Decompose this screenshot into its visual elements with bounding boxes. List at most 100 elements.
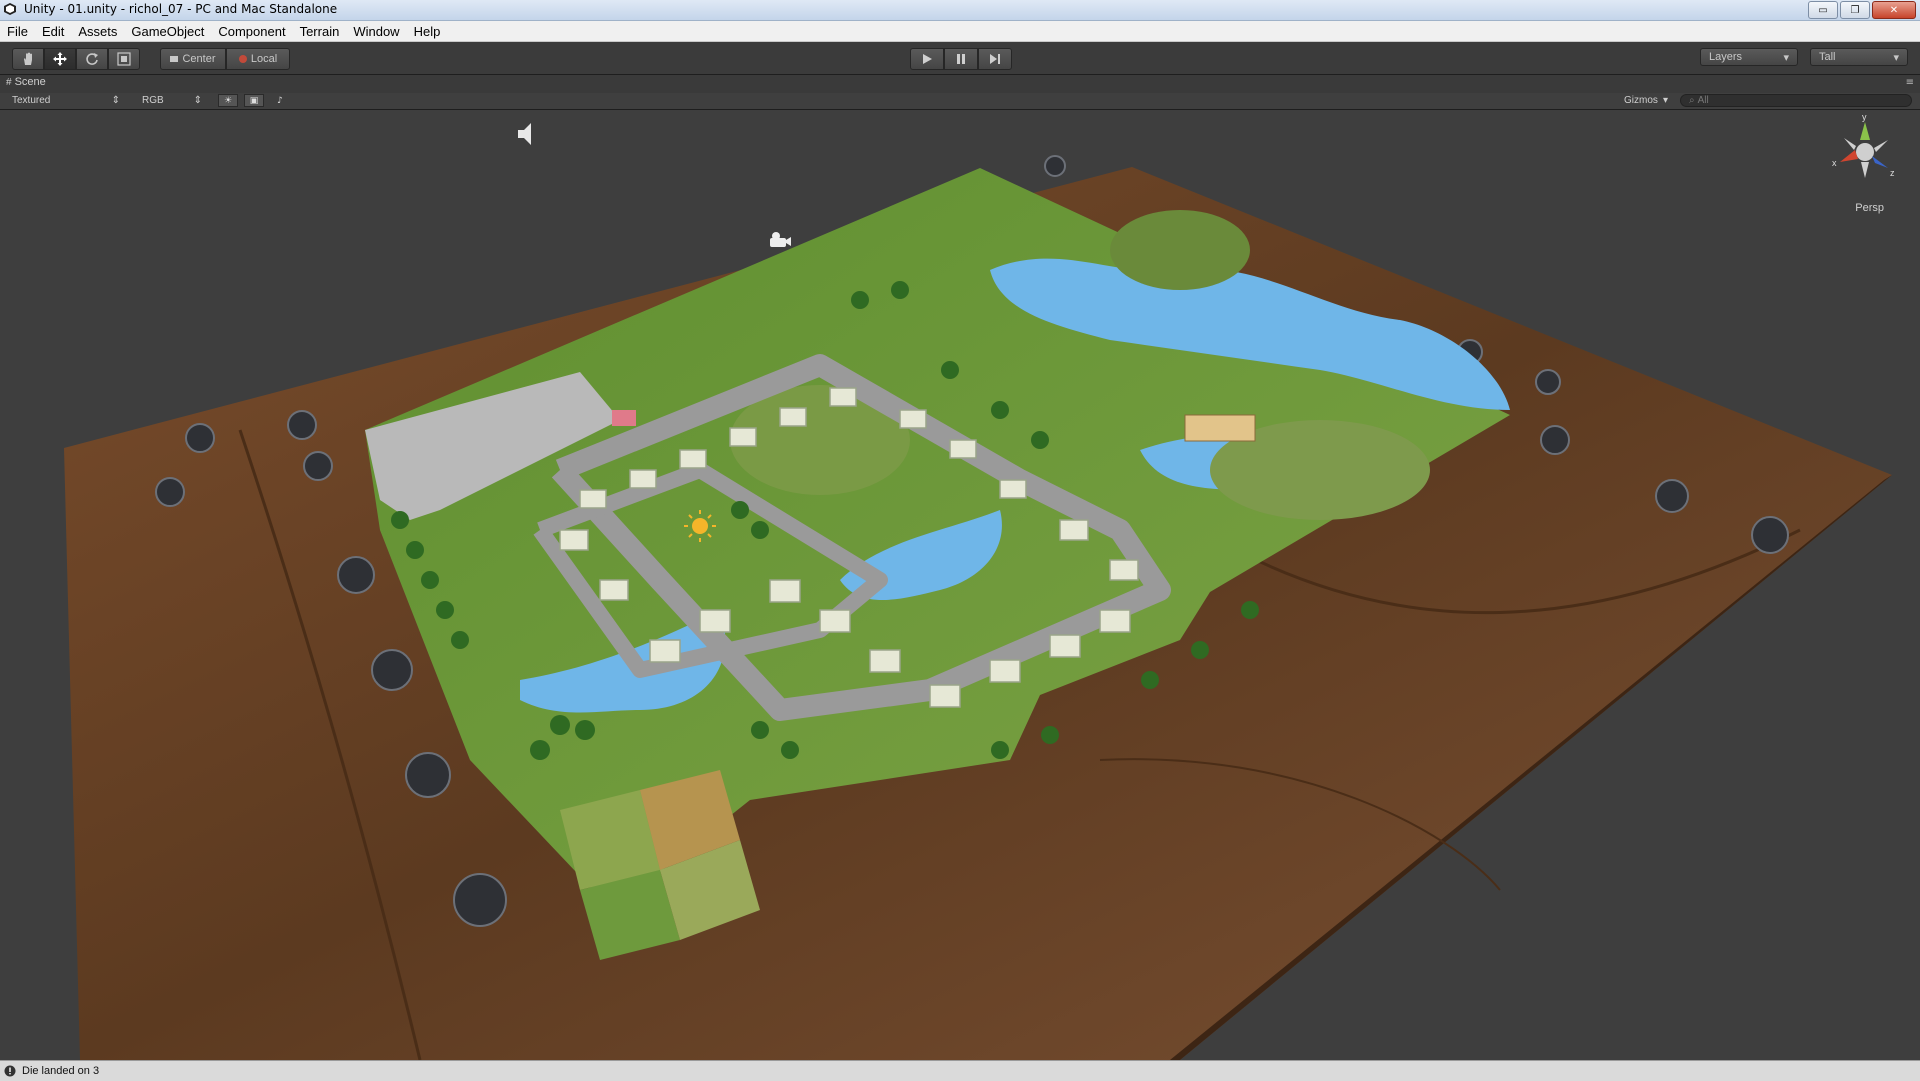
scale-icon (117, 52, 131, 66)
color-mode-dropdown[interactable]: RGB ⇕ (138, 94, 206, 107)
tree (451, 631, 469, 649)
board-tile (579, 489, 607, 509)
camera-viewfinder (786, 237, 791, 246)
scene-search-input[interactable]: ⌕ All (1680, 94, 1912, 107)
board-stud (1535, 369, 1561, 395)
pivot-local-label: Local (250, 53, 278, 65)
info-icon (4, 1065, 16, 1077)
dam-building (1184, 414, 1256, 442)
close-button[interactable]: ✕ (1872, 1, 1916, 19)
board-tile (819, 609, 851, 633)
board-tile (699, 609, 731, 633)
panel-menu-icon[interactable]: ≡ (1906, 77, 1914, 88)
tree (530, 740, 550, 760)
light-icon-core (692, 518, 708, 534)
board-tile (829, 387, 857, 407)
pause-button[interactable] (944, 48, 978, 70)
playback-controls (910, 48, 1012, 70)
board-tile (629, 469, 657, 489)
tree (851, 291, 869, 309)
scene-lighting-toggle[interactable]: ☀ (218, 94, 238, 107)
restore-button[interactable]: ❐ (1840, 1, 1870, 19)
color-mode-label: RGB (142, 95, 164, 106)
board-stud (185, 423, 215, 453)
status-message[interactable]: Die landed on 3 (22, 1065, 99, 1077)
pivot-center-icon (170, 56, 179, 62)
window-titlebar: Unity - 01.unity - richol_07 - PC and Ma… (0, 0, 1920, 21)
scale-tool-button[interactable] (108, 48, 140, 70)
pivot-center-label: Center (182, 53, 216, 65)
tree (1241, 601, 1259, 619)
hand-icon (24, 52, 32, 65)
menu-terrain[interactable]: Terrain (293, 24, 347, 39)
board-stud (371, 649, 413, 691)
move-icon (53, 52, 67, 66)
hill (1110, 210, 1250, 290)
hand-tool-button[interactable] (12, 48, 44, 70)
scene-viewport[interactable]: y x z Persp (0, 110, 1920, 1060)
audio-icon: ♪ (277, 95, 283, 106)
menu-window[interactable]: Window (346, 24, 406, 39)
scene-audio-toggle[interactable]: ♪ (270, 94, 290, 107)
gizmo-y-axis (1860, 122, 1870, 140)
step-button[interactable] (978, 48, 1012, 70)
pivot-center-button[interactable]: Center (160, 48, 226, 70)
camera-icon[interactable] (770, 232, 791, 247)
layout-dropdown[interactable]: Tall ▾ (1810, 48, 1908, 66)
menu-edit[interactable]: Edit (35, 24, 71, 39)
menu-gameobject[interactable]: GameObject (124, 24, 211, 39)
board-stud (287, 410, 317, 440)
board-tile (929, 684, 961, 708)
gizmos-dropdown[interactable]: Gizmos ▾ (1620, 94, 1672, 107)
chevron-down-icon: ▾ (1783, 51, 1789, 64)
tree (781, 741, 799, 759)
board-tile (949, 439, 977, 459)
board-tile (769, 579, 801, 603)
tree (575, 720, 595, 740)
layout-label: Tall (1819, 51, 1836, 63)
tree (1041, 726, 1059, 744)
scene-render (64, 123, 1892, 1060)
transform-tools (12, 48, 140, 70)
render-mode-dropdown[interactable]: Textured ⇕ (8, 94, 124, 107)
pivot-tools: Center Local (160, 48, 290, 70)
board-tile (899, 409, 927, 429)
gizmo-neg-x (1874, 140, 1888, 152)
menu-file[interactable]: File (0, 24, 35, 39)
menu-component[interactable]: Component (211, 24, 292, 39)
scene-overlay-toggle[interactable]: ▣ (244, 94, 264, 107)
pause-icon (957, 54, 965, 64)
pivot-local-icon (238, 55, 247, 63)
board-stud (1655, 479, 1689, 513)
chevron-updown-icon: ⇕ (193, 95, 202, 106)
board-stud (1540, 425, 1570, 455)
gizmo-z-axis (1872, 156, 1888, 168)
rotate-tool-button[interactable] (76, 48, 108, 70)
pivot-local-button[interactable]: Local (226, 48, 290, 70)
board-stud (1044, 155, 1066, 177)
main-toolbar: Center Local Layers ▾ Tall ▾ (0, 42, 1920, 75)
tab-scene[interactable]: # Scene (6, 76, 46, 88)
board-tile (1109, 559, 1139, 581)
sun-icon: ☀ (223, 95, 233, 106)
play-button[interactable] (910, 48, 944, 70)
scene-tab-bar: # Scene ≡ (0, 75, 1920, 94)
menu-assets[interactable]: Assets (71, 24, 124, 39)
window-title: Unity - 01.unity - richol_07 - PC and Ma… (24, 2, 338, 16)
search-placeholder: All (1697, 95, 1709, 106)
audio-source-icon[interactable] (518, 123, 531, 145)
minimize-button[interactable]: ▭ (1808, 1, 1838, 19)
tab-scene-label: Scene (14, 76, 46, 88)
tree (751, 521, 769, 539)
move-tool-button[interactable] (44, 48, 76, 70)
board-tile (1049, 634, 1081, 658)
board-tile (679, 449, 707, 469)
board-tile (1099, 609, 1131, 633)
view-mode-label[interactable]: Persp (1855, 202, 1884, 214)
camera-lens (772, 232, 780, 240)
layers-dropdown[interactable]: Layers ▾ (1700, 48, 1798, 66)
menu-help[interactable]: Help (407, 24, 448, 39)
restore-icon: ❐ (1850, 4, 1860, 16)
tree (991, 741, 1009, 759)
tree (731, 501, 749, 519)
